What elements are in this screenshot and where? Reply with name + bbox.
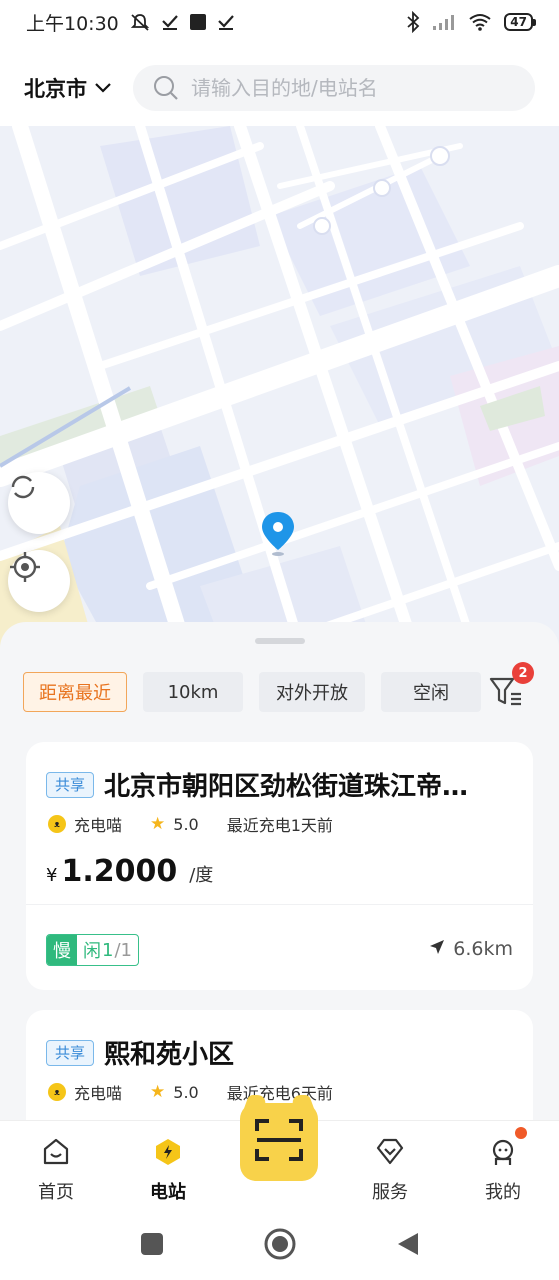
distance-value: 6.6km — [453, 938, 513, 960]
bottom-nav: 首页 电站 服务 我的 — [0, 1103, 559, 1212]
nav-station[interactable]: 电站 — [128, 1137, 208, 1204]
price-symbol: ¥ — [46, 865, 58, 886]
refresh-button[interactable] — [8, 472, 70, 534]
search-icon — [153, 75, 179, 101]
filter-bar: 距离最近 10km 对外开放 空闲 — [23, 672, 559, 712]
price-value: 1.2000 — [61, 854, 178, 889]
nav-service-label: 服务 — [372, 1182, 408, 1203]
search-input[interactable] — [191, 76, 515, 100]
home-system-button[interactable] — [264, 1228, 296, 1264]
rating: 5.0 — [173, 1082, 199, 1102]
charger-status-badge: 慢 闲 1/1 — [46, 934, 139, 966]
back-triangle-icon — [397, 1233, 418, 1255]
idle-label: 闲 — [83, 941, 101, 962]
notification-dot — [515, 1127, 527, 1139]
home-icon — [41, 1137, 71, 1172]
circle-home-icon — [264, 1228, 295, 1260]
scan-button[interactable] — [240, 1103, 318, 1181]
navigate-arrow-icon — [429, 938, 445, 960]
station-icon — [153, 1137, 183, 1172]
status-time: 上午10:30 — [26, 12, 119, 35]
chevron-down-icon — [95, 83, 111, 93]
system-nav-bar — [0, 1212, 559, 1280]
search-box[interactable] — [133, 65, 535, 111]
status-bar: 上午10:30 47 — [0, 0, 559, 44]
station-list-sheet: 距离最近 10km 对外开放 空闲 2 共享 北京市朝阳区劲松街道珠江帝… ᴥ … — [0, 622, 559, 1120]
nav-home[interactable]: 首页 — [16, 1137, 96, 1204]
square-notification-icon — [189, 13, 207, 31]
nav-service[interactable]: 服务 — [350, 1137, 430, 1204]
locate-button[interactable] — [8, 550, 70, 612]
price-unit: /度 — [189, 865, 214, 886]
idle-count: 闲 1/1 — [77, 935, 138, 965]
distance-info[interactable]: 6.6km — [429, 938, 513, 960]
filter-count-badge: 2 — [512, 662, 534, 684]
header: 北京市 — [0, 58, 559, 118]
operator-logo-icon: ᴥ — [48, 1083, 66, 1101]
charger-type: 慢 — [47, 935, 77, 965]
station-name: 北京市朝阳区劲松街道珠江帝… — [104, 772, 469, 802]
service-icon — [374, 1137, 406, 1172]
station-name: 熙和苑小区 — [104, 1040, 235, 1070]
last-charge: 最近充电6天前 — [226, 1084, 333, 1103]
map-canvas — [0, 126, 559, 666]
operator-name: 充电喵 — [74, 816, 123, 835]
scan-icon — [254, 1117, 304, 1167]
square-icon — [140, 1233, 163, 1255]
nav-station-label: 电站 — [150, 1182, 186, 1203]
station-tag: 共享 — [46, 771, 95, 798]
mute-icon — [129, 12, 151, 32]
filter-chip-idle[interactable]: 空闲 — [381, 672, 481, 712]
wifi-icon — [468, 13, 492, 31]
idle-available: 1 — [102, 939, 114, 961]
profile-icon — [488, 1137, 518, 1172]
filter-chip-10km[interactable]: 10km — [143, 672, 243, 712]
city-selector[interactable]: 北京市 — [24, 73, 111, 103]
check-icon — [161, 13, 179, 31]
rating: 5.0 — [173, 814, 199, 834]
recent-apps-button[interactable] — [140, 1232, 164, 1260]
bluetooth-icon — [406, 11, 420, 33]
station-tag: 共享 — [46, 1039, 95, 1066]
idle-total: /1 — [114, 939, 132, 961]
last-charge: 最近充电1天前 — [226, 816, 333, 835]
nav-profile[interactable]: 我的 — [463, 1137, 543, 1204]
card-divider — [26, 904, 533, 905]
check-icon — [217, 13, 235, 31]
city-label: 北京市 — [24, 77, 87, 101]
back-button[interactable] — [396, 1231, 420, 1261]
nav-profile-label: 我的 — [485, 1182, 521, 1203]
sheet-handle[interactable] — [255, 638, 305, 644]
operator-logo-icon: ᴥ — [48, 815, 66, 833]
filter-chip-public[interactable]: 对外开放 — [259, 672, 365, 712]
signal-icon — [432, 13, 456, 31]
nav-home-label: 首页 — [38, 1182, 74, 1203]
star-icon: ★ — [150, 1082, 166, 1102]
map-view[interactable] — [0, 126, 559, 666]
star-icon: ★ — [150, 814, 166, 834]
station-card[interactable]: 共享 北京市朝阳区劲松街道珠江帝… ᴥ 充电喵 ★ 5.0 最近充电1天前 ¥ … — [26, 742, 533, 990]
filter-chip-nearest[interactable]: 距离最近 — [23, 672, 127, 712]
battery-indicator: 47 — [504, 13, 536, 31]
operator-name: 充电喵 — [74, 1084, 123, 1103]
